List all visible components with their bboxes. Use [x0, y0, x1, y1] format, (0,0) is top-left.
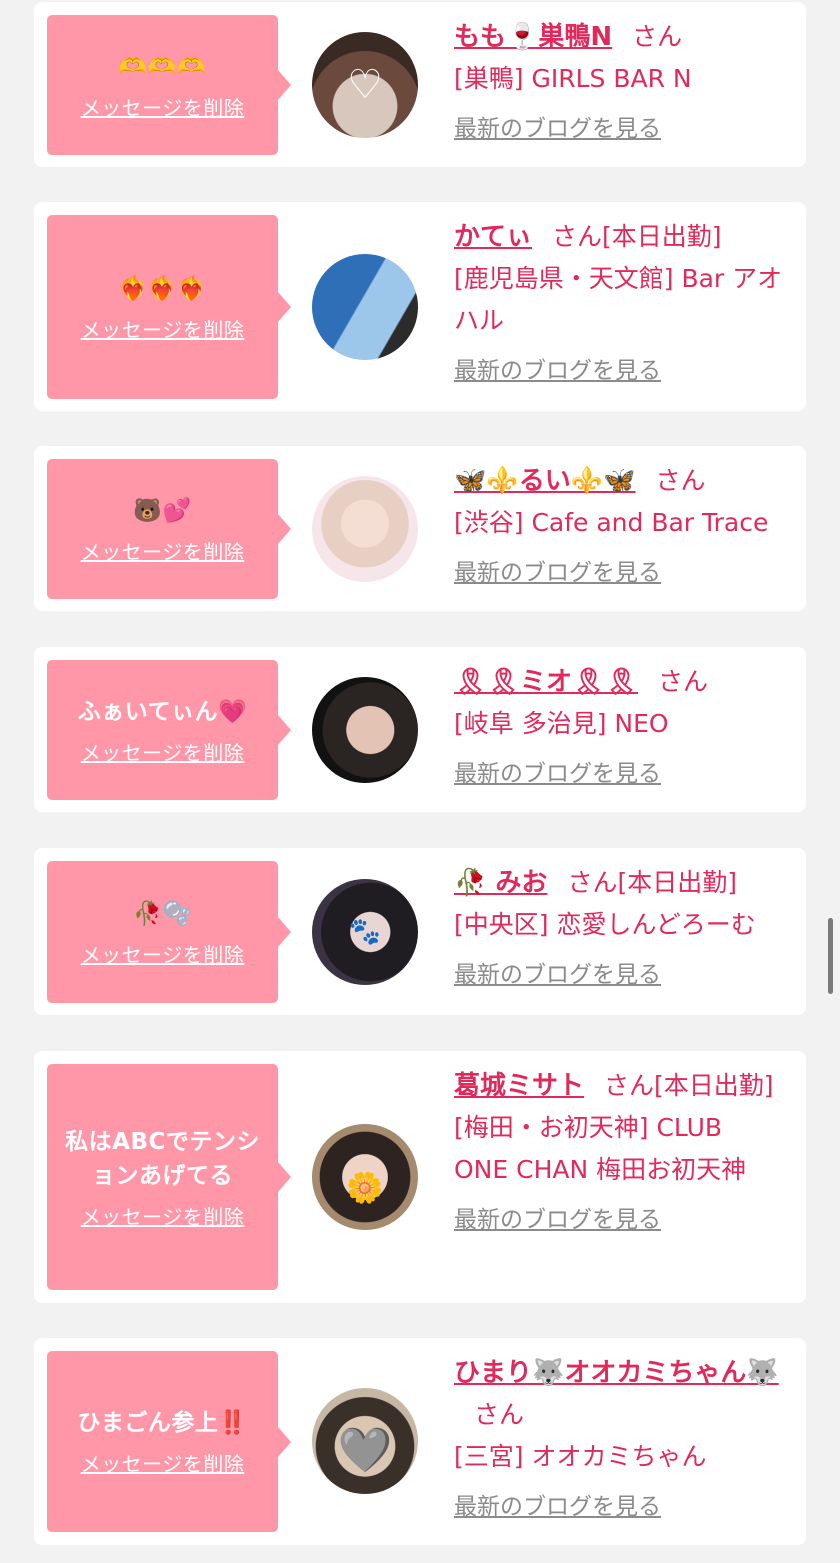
message-bubble: ひまごん参上‼️ メッセージを削除: [47, 1351, 291, 1532]
san-label: さん: [552, 222, 603, 251]
shop-label: [巣鴨] GIRLS BAR N: [454, 64, 692, 93]
latest-blog-link[interactable]: 最新のブログを見る: [454, 753, 661, 795]
message-text: ❤️‍🔥❤️‍🔥❤️‍🔥: [118, 275, 207, 302]
san-label: さん: [604, 1071, 655, 1100]
user-name-link[interactable]: ひまり🐺オオカミちゃん🐺: [454, 1358, 779, 1388]
delete-message-link[interactable]: メッセージを削除: [81, 1201, 245, 1230]
paw-icon: 🐾: [348, 917, 382, 947]
san-label: さん: [655, 466, 706, 495]
avatar[interactable]: [312, 254, 418, 360]
message-text: 🫶🫶🫶: [118, 53, 207, 80]
delete-message-link[interactable]: メッセージを削除: [81, 314, 245, 343]
user-info: 🥀 みお さん[本日出勤] [中央区] 恋愛しんどろーむ 最新のブログを見る: [454, 862, 784, 996]
avatar[interactable]: ♡: [312, 32, 418, 138]
message-text: 🐻💕: [133, 497, 192, 524]
latest-blog-link[interactable]: 最新のブログを見る: [454, 1199, 661, 1241]
white-heart-icon: ♡: [347, 62, 383, 108]
latest-blog-link[interactable]: 最新のブログを見る: [454, 954, 661, 996]
user-info: もも🍷巣鴨N さん [巣鴨] GIRLS BAR N 最新のブログを見る: [454, 16, 784, 150]
message-text: 🥀🫧: [133, 900, 192, 927]
shop-label: [梅田・お初天神] CLUB ONE CHAN 梅田お初天神: [454, 1113, 747, 1184]
user-card: 🐻💕 メッセージを削除 🦋⚜️るい⚜️🦋 さん [渋谷] Cafe and Bar…: [34, 446, 806, 611]
user-name-link[interactable]: 🎗🎗ミオ🎗🎗: [454, 667, 638, 697]
user-name-link[interactable]: 🥀 みお: [454, 868, 547, 898]
avatar[interactable]: [312, 476, 418, 582]
message-bubble: ふぁいてぃん💗 メッセージを削除: [47, 660, 291, 800]
latest-blog-link[interactable]: 最新のブログを見る: [454, 552, 661, 594]
shop-label: [中央区] 恋愛しんどろーむ: [454, 910, 756, 939]
shop-label: [岐阜 多治見] NEO: [454, 709, 669, 738]
message-text: ひまごん参上‼️: [77, 1410, 248, 1436]
user-name-link[interactable]: かてぃ: [454, 222, 532, 252]
delete-message-link[interactable]: メッセージを削除: [81, 737, 245, 766]
user-info: 🎗🎗ミオ🎗🎗 さん [岐阜 多治見] NEO 最新のブログを見る: [454, 661, 784, 795]
flower-icon: 🌼: [346, 1170, 384, 1206]
delete-message-link[interactable]: メッセージを削除: [81, 1448, 245, 1477]
message-bubble: 私はABCでテンションあげてる メッセージを削除: [47, 1064, 291, 1290]
user-card: ❤️‍🔥❤️‍🔥❤️‍🔥 メッセージを削除 かてぃ さん[本日出勤] [鹿児島県・…: [34, 202, 806, 411]
shop-label: [渋谷] Cafe and Bar Trace: [454, 508, 769, 537]
status-label: [本日出勤]: [617, 868, 737, 897]
delete-message-link[interactable]: メッセージを削除: [81, 536, 245, 565]
user-card: ひまごん参上‼️ メッセージを削除 🩶 ひまり🐺オオカミちゃん🐺 さん [三宮] …: [34, 1338, 806, 1545]
scrollbar[interactable]: [828, 918, 833, 994]
latest-blog-link[interactable]: 最新のブログを見る: [454, 108, 661, 150]
delete-message-link[interactable]: メッセージを削除: [81, 939, 245, 968]
user-info: ひまり🐺オオカミちゃん🐺 さん [三宮] オオカミちゃん 最新のブログを見る: [454, 1352, 784, 1528]
message-bubble: 🐻💕 メッセージを削除: [47, 459, 291, 599]
san-label: さん: [658, 667, 709, 696]
message-text: 私はABCでテンションあげてる: [65, 1128, 260, 1189]
user-card: 🫶🫶🫶 メッセージを削除 ♡ もも🍷巣鴨N さん [巣鴨] GIRLS BAR N…: [34, 2, 806, 167]
user-card: 🥀🫧 メッセージを削除 🐾 🥀 みお さん[本日出勤] [中央区] 恋愛しんどろー…: [34, 848, 806, 1015]
user-info: 葛城ミサト さん[本日出勤] [梅田・お初天神] CLUB ONE CHAN 梅田…: [454, 1065, 784, 1241]
latest-blog-link[interactable]: 最新のブログを見る: [454, 350, 661, 392]
message-bubble: 🫶🫶🫶 メッセージを削除: [47, 15, 291, 155]
san-label: さん: [632, 22, 683, 51]
grey-heart-icon: 🩶: [337, 1425, 393, 1476]
san-label: さん: [474, 1400, 525, 1429]
shop-label: [鹿児島県・天文館] Bar アオハル: [454, 264, 783, 335]
user-card: ふぁいてぃん💗 メッセージを削除 🎗🎗ミオ🎗🎗 さん [岐阜 多治見] NEO 最…: [34, 647, 806, 812]
avatar[interactable]: 🌼: [312, 1124, 418, 1230]
delete-message-link[interactable]: メッセージを削除: [81, 92, 245, 121]
user-name-link[interactable]: 🦋⚜️るい⚜️🦋: [454, 466, 636, 496]
status-label: [本日出勤]: [602, 222, 722, 251]
san-label: さん: [567, 868, 618, 897]
user-name-link[interactable]: 葛城ミサト: [454, 1071, 584, 1101]
latest-blog-link[interactable]: 最新のブログを見る: [454, 1486, 661, 1528]
user-info: 🦋⚜️るい⚜️🦋 さん [渋谷] Cafe and Bar Trace 最新のブロ…: [454, 460, 784, 594]
avatar[interactable]: 🩶: [312, 1388, 418, 1494]
status-label: [本日出勤]: [654, 1071, 774, 1100]
user-card: 私はABCでテンションあげてる メッセージを削除 🌼 葛城ミサト さん[本日出勤]…: [34, 1051, 806, 1303]
message-text: ふぁいてぃん💗: [77, 698, 248, 725]
message-bubble: 🥀🫧 メッセージを削除: [47, 861, 291, 1003]
avatar[interactable]: 🐾: [312, 879, 418, 985]
avatar[interactable]: [312, 677, 418, 783]
user-info: かてぃ さん[本日出勤] [鹿児島県・天文館] Bar アオハル 最新のブログを見…: [454, 216, 784, 392]
user-name-link[interactable]: もも🍷巣鴨N: [454, 22, 612, 52]
message-bubble: ❤️‍🔥❤️‍🔥❤️‍🔥 メッセージを削除: [47, 215, 291, 399]
shop-label: [三宮] オオカミちゃん: [454, 1442, 707, 1471]
